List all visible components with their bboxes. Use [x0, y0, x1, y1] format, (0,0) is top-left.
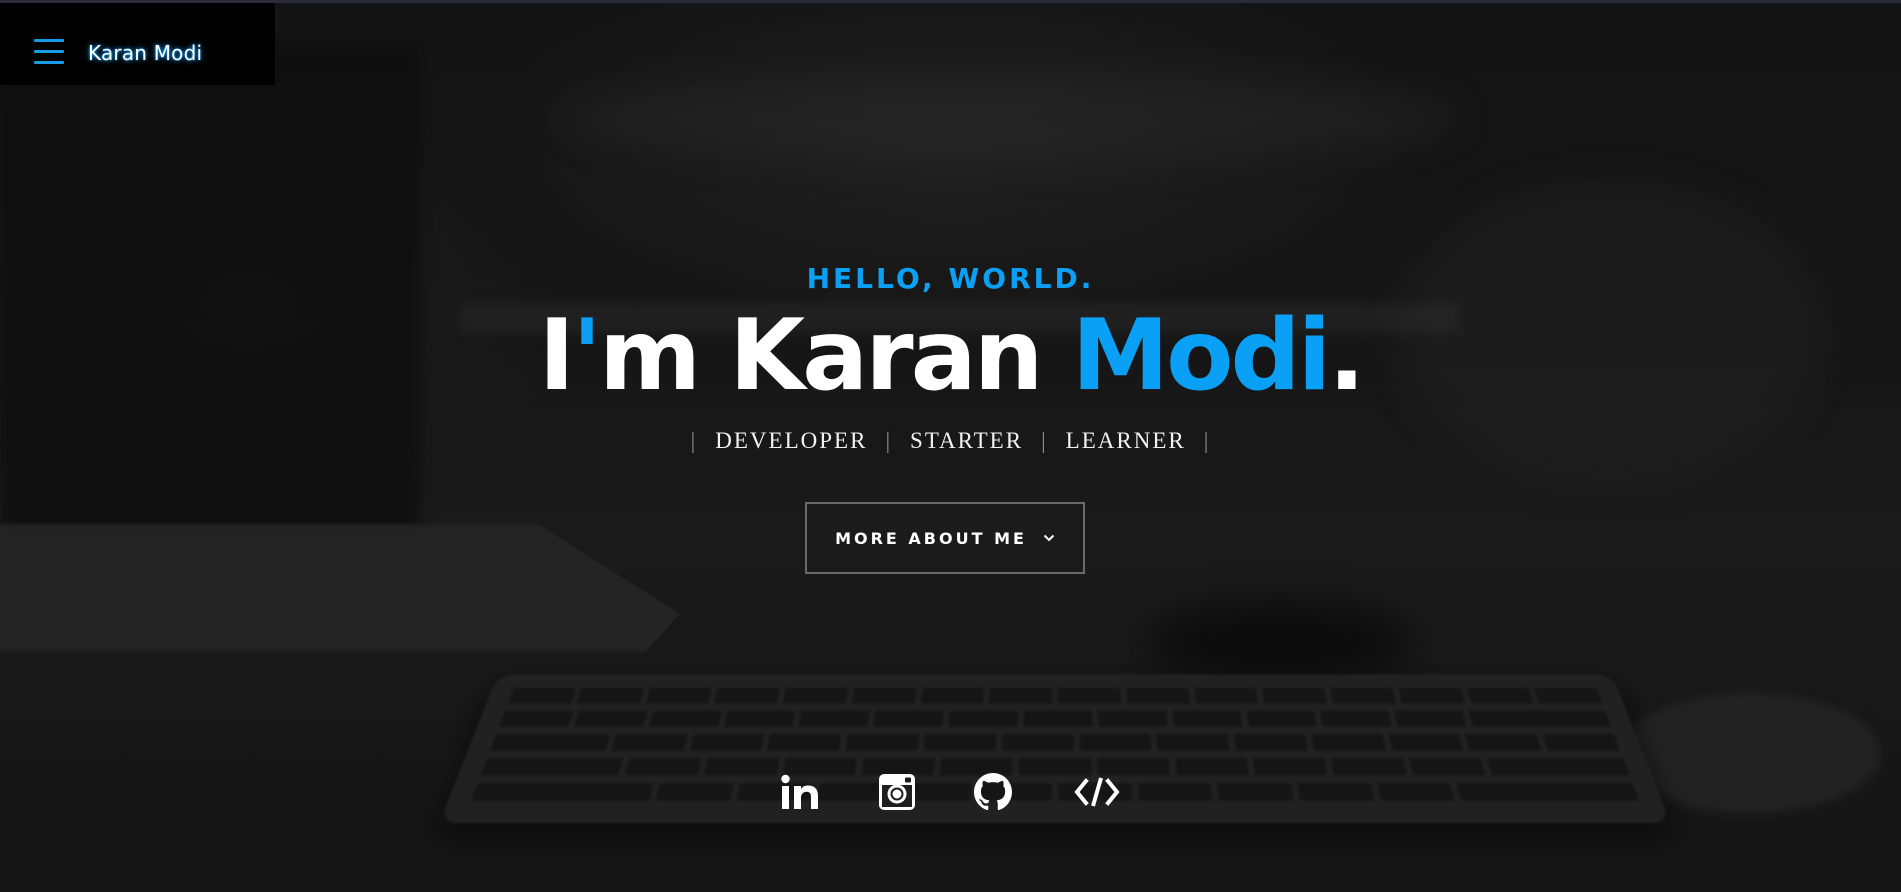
instagram-icon: [879, 774, 915, 810]
code-icon: [1074, 777, 1120, 807]
role-starter: STARTER: [910, 428, 1024, 453]
role-separator: |: [690, 428, 698, 453]
role-separator: |: [885, 428, 893, 453]
headline-prefix: I: [538, 299, 576, 413]
more-about-me-button[interactable]: MORE ABOUT ME: [805, 502, 1085, 574]
more-about-me-label: MORE ABOUT ME: [835, 528, 1027, 548]
code-link[interactable]: [1074, 772, 1120, 812]
hero-greeting: HELLO, WORLD.: [806, 262, 1095, 295]
linkedin-link[interactable]: [780, 772, 820, 812]
headline-middle: m Karan: [599, 299, 1072, 413]
hero-roles: | DEVELOPER | STARTER | LEARNER |: [0, 428, 1901, 454]
chevron-down-icon: [1043, 534, 1055, 542]
headline-apostrophe: ': [571, 299, 602, 413]
instagram-link[interactable]: [877, 772, 917, 812]
hamburger-menu-icon[interactable]: [34, 39, 64, 65]
role-developer: DEVELOPER: [715, 428, 868, 453]
linkedin-icon: [781, 774, 818, 809]
role-separator: |: [1203, 428, 1211, 453]
hero-headline: I'm Karan Modi.: [0, 296, 1901, 416]
github-icon: [974, 773, 1012, 811]
headline-accent-name: Modi: [1071, 299, 1332, 413]
brand-logo-text[interactable]: Karan Modi: [88, 41, 202, 65]
role-separator: |: [1041, 428, 1048, 453]
site-header: Karan Modi: [0, 3, 275, 85]
github-link[interactable]: [973, 772, 1013, 812]
role-learner: LEARNER: [1065, 428, 1186, 453]
headline-period: .: [1328, 299, 1365, 413]
